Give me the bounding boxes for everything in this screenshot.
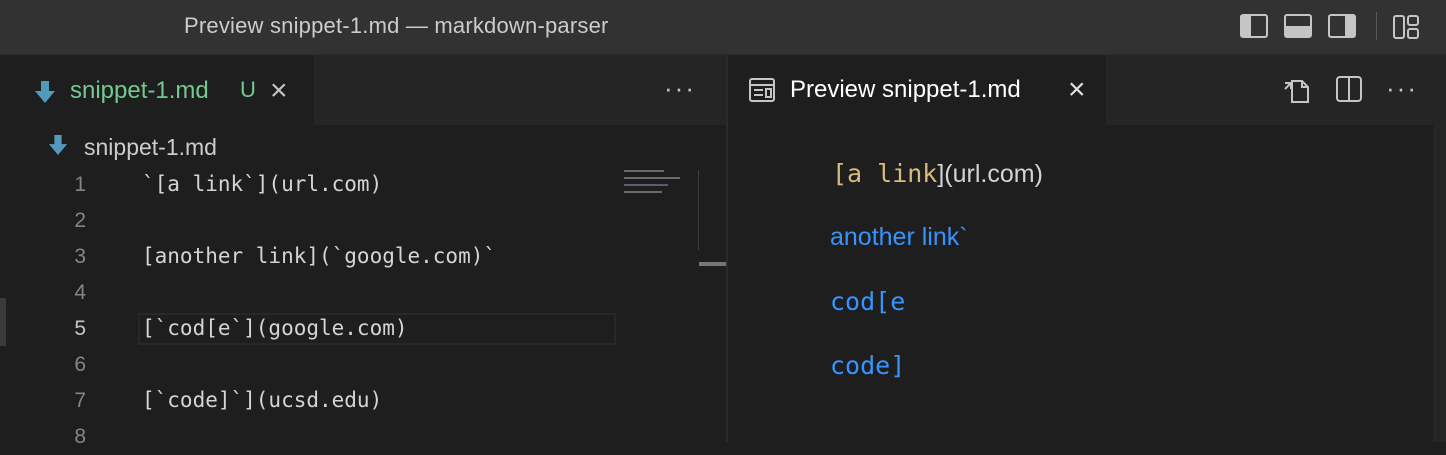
line-number: 1	[74, 173, 86, 196]
code-line-current[interactable]: 5 [`cod[e`](google.com)	[0, 311, 616, 347]
line-number: 2	[74, 209, 86, 232]
preview-link[interactable]: another link`	[830, 223, 968, 252]
split-editor-icon[interactable]	[1335, 75, 1363, 103]
customize-layout-icon[interactable]	[1392, 14, 1420, 40]
preview-tab-bar: Preview snippet-1.md × ···	[728, 55, 1446, 125]
preview-scrollbar[interactable]	[1433, 125, 1446, 442]
code-line[interactable]: 4	[0, 275, 616, 311]
open-source-icon[interactable]	[1282, 75, 1312, 105]
minimap-line	[624, 191, 662, 193]
preview-paragraph: [a link](url.com)	[832, 159, 1043, 189]
window-title: Preview snippet-1.md — markdown-parser	[184, 13, 609, 38]
markdown-file-icon	[48, 135, 68, 155]
line-number: 3	[74, 245, 86, 268]
more-actions-icon[interactable]: ···	[664, 73, 696, 104]
toggle-primary-sidebar-icon[interactable]	[1240, 14, 1268, 38]
more-actions-icon[interactable]: ···	[1386, 73, 1418, 104]
minimap[interactable]	[616, 165, 726, 442]
paragraph-text: ](url.com)	[937, 160, 1043, 188]
line-text: `[a link`](url.com)	[142, 172, 383, 196]
breadcrumb[interactable]: snippet-1.md	[0, 125, 726, 165]
code-line[interactable]: 1 `[a link`](url.com)	[0, 167, 616, 203]
scrollbar-thumb[interactable]	[699, 262, 726, 266]
tab-snippet-1-md[interactable]: snippet-1.md U ×	[0, 55, 314, 126]
minimap-line	[624, 184, 668, 186]
tab-label: snippet-1.md	[70, 77, 209, 104]
code-line[interactable]: 3 [another link](`google.com)`	[0, 239, 616, 275]
line-text: [another link](`google.com)`	[142, 244, 497, 268]
tab-label: Preview snippet-1.md	[790, 76, 1021, 103]
preview-link-code[interactable]: code]	[830, 351, 905, 380]
markdown-preview: [a link](url.com) another link` cod[e co…	[728, 125, 1446, 442]
close-icon[interactable]: ×	[270, 76, 288, 106]
line-number: 5	[74, 317, 86, 340]
preview-icon	[749, 78, 775, 102]
line-text: [`code]`](ucsd.edu)	[142, 388, 383, 412]
code-line[interactable]: 2	[0, 203, 616, 239]
minimap-line	[624, 170, 664, 172]
line-text: [`cod[e`](google.com)	[142, 316, 408, 340]
title-bar: Preview snippet-1.md — markdown-parser	[0, 0, 1446, 55]
toggle-panel-icon[interactable]	[1284, 14, 1312, 38]
close-icon[interactable]: ×	[1068, 75, 1086, 105]
tab-preview-snippet[interactable]: Preview snippet-1.md ×	[728, 55, 1106, 125]
inline-code: [a link	[832, 159, 938, 188]
code-line[interactable]: 7 [`code]`](ucsd.edu)	[0, 383, 616, 419]
layout-separator	[1376, 12, 1377, 40]
line-number: 6	[74, 353, 86, 376]
untracked-badge: U	[240, 77, 256, 102]
toggle-secondary-sidebar-icon[interactable]	[1328, 14, 1356, 38]
code-line[interactable]: 6	[0, 347, 616, 383]
line-number: 4	[74, 281, 86, 304]
editor-tab-bar: snippet-1.md U × ···	[0, 55, 726, 126]
preview-link-code[interactable]: cod[e	[830, 287, 905, 316]
code-line[interactable]: 8	[0, 419, 616, 455]
markdown-file-icon	[35, 81, 55, 103]
minimap-line	[624, 177, 680, 179]
line-number: 8	[74, 425, 86, 448]
minimap-edge	[698, 170, 699, 250]
breadcrumb-file[interactable]: snippet-1.md	[84, 134, 217, 161]
line-number: 7	[74, 389, 86, 412]
